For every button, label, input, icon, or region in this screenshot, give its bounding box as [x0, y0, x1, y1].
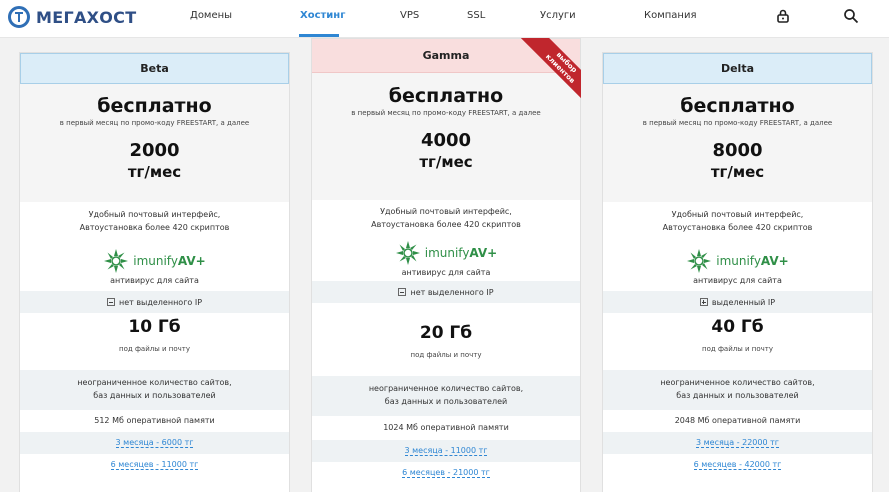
search-icon[interactable] — [843, 8, 859, 24]
imunify-logo: imunifyAV+ — [20, 248, 289, 274]
disk-sub: под файлы и почту — [410, 351, 482, 359]
antivirus-label: антивирус для сайта — [110, 276, 199, 285]
top-header: МЕГАХОСТ Домены Хостинг VPS SSL Услуги К… — [0, 0, 889, 38]
minus-square-icon — [398, 288, 407, 296]
disk-size: 40 Гб — [711, 317, 764, 337]
disk-size: 10 Гб — [128, 317, 181, 337]
disk-block: 10 Гб под файлы и почту — [20, 313, 289, 370]
term-row: 3 месяца - 6000 тг — [20, 432, 289, 454]
free-label: бесплатно — [97, 95, 212, 117]
disk-block: 20 Гб под файлы и почту — [312, 303, 580, 376]
ip-label: нет выделенного IP — [410, 287, 494, 297]
feature-line: Автоустановка более 420 скриптов — [371, 220, 521, 229]
ip-row: нет выделенного IP — [20, 291, 289, 313]
imunify-icon — [687, 249, 712, 273]
nav-ssl[interactable]: SSL — [467, 10, 485, 21]
price-unit: тг/мес — [710, 163, 765, 181]
term-row: 6 месяцев - 42000 тг — [603, 454, 872, 476]
sites-row: неограниченное количество сайтов, баз да… — [20, 370, 289, 410]
logo[interactable]: МЕГАХОСТ — [8, 6, 136, 28]
disk-size: 20 Гб — [419, 323, 473, 343]
imunify-logo: imunifyAV+ — [312, 240, 580, 266]
ribbon-label: выбор клиентов — [520, 38, 581, 104]
imunify-text: imunifyAV+ — [133, 254, 206, 268]
price-unit: тг/мес — [419, 153, 473, 171]
term-6-months-link[interactable]: 6 месяцев - 42000 тг — [693, 460, 782, 470]
plus-square-icon — [699, 298, 708, 306]
disk-sub: под файлы и почту — [119, 345, 190, 353]
term-3-months-link[interactable]: 3 месяца - 6000 тг — [115, 438, 194, 448]
price-block: бесплатно в первый месяц по промо-коду F… — [603, 84, 872, 202]
price-amount: 4000 — [420, 130, 472, 151]
sites-line: неограниченное количество сайтов, — [368, 384, 524, 393]
features: Удобный почтовый интерфейс, Автоустановк… — [603, 202, 872, 240]
promo-text: в первый месяц по промо-коду FREESTART, … — [59, 119, 250, 127]
nav-domains[interactable]: Домены — [190, 10, 232, 21]
price-block: бесплатно в первый месяц по промо-коду F… — [20, 84, 289, 202]
term-6-months-link[interactable]: 6 месяцев - 21000 тг — [402, 468, 490, 478]
sites-line: баз данных и пользователей — [676, 391, 799, 400]
feature-line: Автоустановка более 420 скриптов — [79, 223, 230, 232]
term-row: 3 месяца - 22000 тг — [603, 432, 872, 454]
sites-row: неограниченное количество сайтов, баз да… — [312, 376, 580, 416]
plan-card-gamma: Gamma выбор клиентов бесплатно в первый … — [311, 38, 581, 492]
term-6-months-link[interactable]: 6 месяцев - 11000 тг — [110, 460, 199, 470]
promo-text: в первый месяц по промо-коду FREESTART, … — [351, 109, 541, 117]
ram-label: 512 Мб оперативной памяти — [94, 416, 215, 425]
feature-line: Удобный почтовый интерфейс, — [671, 210, 804, 219]
feature-line: Удобный почтовый интерфейс, — [380, 207, 512, 216]
term-3-months-link[interactable]: 3 месяца - 11000 тг — [404, 446, 488, 456]
ram-label: 1024 Мб оперативной памяти — [383, 423, 509, 432]
antivirus-label: антивирус для сайта — [401, 268, 491, 277]
term-row: 6 месяцев - 11000 тг — [20, 454, 289, 476]
nav-hosting[interactable]: Хостинг — [300, 10, 345, 21]
sites-line: неограниченное количество сайтов, — [77, 378, 232, 387]
term-row: 6 месяцев - 21000 тг — [312, 462, 580, 484]
disk-sub: под файлы и почту — [702, 345, 773, 353]
active-nav-underline — [299, 34, 339, 37]
ip-label: нет выделенного IP — [118, 297, 203, 307]
logo-icon — [8, 6, 30, 28]
disk-block: 40 Гб под файлы и почту — [603, 313, 872, 370]
nav-vps[interactable]: VPS — [400, 10, 419, 21]
minus-square-icon — [106, 298, 115, 306]
plan-card-beta: Beta бесплатно в первый месяц по промо-к… — [19, 52, 290, 492]
plan-title: Beta — [20, 53, 289, 84]
features: Удобный почтовый интерфейс, Автоустановк… — [312, 200, 580, 236]
nav-services[interactable]: Услуги — [540, 10, 576, 21]
imunify-text: imunifyAV+ — [716, 254, 789, 268]
ribbon: выбор клиентов — [509, 38, 581, 104]
nav-company[interactable]: Компания — [644, 10, 696, 21]
plan-title: Delta — [603, 53, 872, 84]
feature-line: Автоустановка более 420 скриптов — [662, 223, 813, 232]
term-3-months-link[interactable]: 3 месяца - 22000 тг — [696, 438, 779, 448]
free-label: бесплатно — [680, 95, 795, 117]
price-amount: 8000 — [712, 140, 763, 161]
promo-text: в первый месяц по промо-коду FREESTART, … — [642, 119, 833, 127]
ram-label: 2048 Мб оперативной памяти — [674, 416, 801, 425]
ip-label: выделенный IP — [711, 297, 776, 307]
ip-row: нет выделенного IP — [312, 281, 580, 303]
sites-line: неограниченное количество сайтов, — [660, 378, 815, 387]
feature-line: Удобный почтовый интерфейс, — [88, 210, 221, 219]
logo-text: МЕГАХОСТ — [36, 7, 137, 27]
features: Удобный почтовый интерфейс, Автоустановк… — [20, 202, 289, 240]
sites-line: баз данных и пользователей — [384, 397, 508, 406]
term-row: 3 месяца - 11000 тг — [312, 440, 580, 462]
sites-line: баз данных и пользователей — [93, 391, 216, 400]
imunify-logo: imunifyAV+ — [603, 248, 872, 274]
plan-card-delta: Delta бесплатно в первый месяц по промо-… — [602, 52, 873, 492]
lock-icon[interactable] — [775, 8, 791, 24]
price-amount: 2000 — [129, 140, 180, 161]
sites-row: неограниченное количество сайтов, баз да… — [603, 370, 872, 410]
imunify-icon — [395, 241, 420, 265]
imunify-icon — [104, 249, 129, 273]
imunify-text: imunifyAV+ — [424, 246, 498, 260]
price-unit: тг/мес — [127, 163, 182, 181]
antivirus-label: антивирус для сайта — [693, 276, 782, 285]
ip-row: выделенный IP — [603, 291, 872, 313]
